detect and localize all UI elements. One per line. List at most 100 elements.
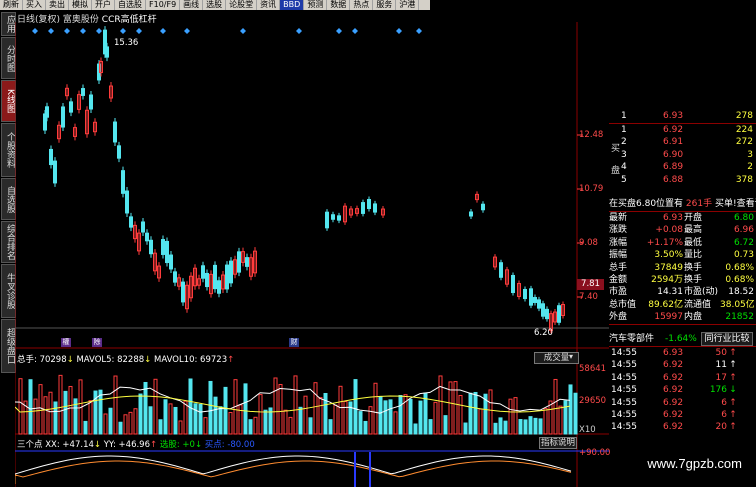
order-level[interactable]: 5 6.88 378 [609, 174, 756, 186]
signal-diamond [296, 28, 302, 34]
quote-row: 振幅 3.50% 量比 0.73 [609, 249, 756, 261]
volume-bar [533, 417, 538, 435]
down-arrow-icon: ↓ [93, 440, 102, 450]
toolbar-button[interactable]: 论股堂 [226, 0, 258, 10]
toolbar-button[interactable]: 预测 [304, 0, 328, 10]
compare-industry-button[interactable]: 同行业比较 [701, 332, 753, 347]
candle-body [537, 299, 541, 309]
signal-diamond [240, 28, 246, 34]
volume-bar [153, 378, 158, 435]
sidebar-item[interactable]: 超级盘口 [1, 319, 16, 373]
toolbar-button[interactable]: 买入 [23, 0, 46, 10]
toolbar-button[interactable]: 选股 [203, 0, 227, 10]
order-level[interactable]: 3 6.90 3 [609, 149, 756, 161]
volume-bar [128, 411, 133, 435]
notice-right[interactable]: 买单!查看详细 [715, 198, 756, 210]
trade-direction-icon: ↓ [729, 385, 737, 396]
sidebar-item[interactable]: 分时图 [1, 37, 16, 79]
volume-bar [193, 403, 198, 435]
trade-row: 14:55 6.92 6 ↑ [609, 409, 756, 421]
volume-bar [468, 392, 473, 435]
volume-bar [178, 420, 183, 435]
toolbar-button[interactable]: BBD [280, 0, 305, 10]
toolbar-button[interactable]: 画线 [180, 0, 204, 10]
quote-value: 89.62亿 [648, 299, 683, 310]
quote-row: 总手 37849 换手 0.68% [609, 262, 756, 274]
large-order-notice[interactable]: 在买盘6.80位置有 261手 买单!查看详细 [609, 198, 756, 210]
volume-total: 总手: 70298 [17, 355, 67, 365]
signal-diamond [416, 28, 422, 34]
notice-mid: 261手 [685, 199, 713, 209]
chevron-down-icon[interactable]: ▾ [569, 352, 573, 361]
candle-body [113, 121, 117, 143]
trade-time: 14:55 [611, 409, 637, 420]
order-level[interactable]: 4 6.89 2 [609, 161, 756, 173]
volume-bar [228, 412, 233, 435]
order-level[interactable]: 1 6.93 278 [609, 110, 756, 122]
volume-bar [158, 419, 163, 435]
sector-name[interactable]: 汽车零部件 [609, 333, 665, 345]
toolbar-button[interactable]: 模拟 [69, 0, 92, 10]
volume-bar [388, 399, 393, 435]
signal-diamond [160, 28, 166, 34]
sidebar-item[interactable]: 综合排名 [1, 221, 16, 263]
volume-bar [253, 416, 258, 435]
toolbar-button[interactable]: 热点 [350, 0, 374, 10]
level-number: 1 [621, 111, 627, 121]
event-marker-dividend[interactable]: 除 [92, 338, 102, 347]
sidebar-item[interactable]: 个股资料 [1, 123, 16, 177]
toolbar-button[interactable]: 数据 [327, 0, 351, 10]
toolbar-button[interactable]: 卖出 [46, 0, 69, 10]
indicator-help-button[interactable]: 指标说明 [539, 437, 577, 449]
toolbar-button[interactable]: 开户 [92, 0, 115, 10]
trade-direction-icon: ↑ [729, 372, 737, 383]
quote-label: 最新 [609, 213, 628, 223]
current-price-tag: 7.81 [577, 279, 604, 290]
candle-body [367, 199, 371, 209]
quote-label: 涨跌 [609, 225, 628, 236]
toolbar-button[interactable]: 资讯 [257, 0, 281, 10]
candle-body [237, 251, 241, 273]
buy-order-book: 1 6.92 224 2 6.91 272 3 6.90 3 4 6.89 2 5 6.88 378 [609, 124, 756, 186]
quote-label: 流通值 [684, 299, 712, 310]
quote-row: 外盘 15997 内盘 21852 [609, 311, 756, 323]
quote-row: 总市值 89.62亿 流通值 38.05亿 [609, 299, 756, 311]
order-level[interactable]: 2 6.91 272 [609, 136, 756, 148]
sidebar-item[interactable]: 牛叉诊股 [1, 264, 16, 318]
level-price: 6.90 [663, 149, 684, 160]
toolbar-button[interactable]: 服务 [373, 0, 397, 10]
y-tick-2: 10.79 [579, 184, 604, 194]
toolbar: 刷新 买入 卖出 模拟 开户 自选股 F10/F9 画线 选股 论股堂 资讯 BBD 预测 数据 热点 服务沪… [0, 0, 430, 10]
sidebar: 应用 分时图 K线图 个股资料 自选股 综合排名 牛叉诊股 超级盘口 [0, 10, 16, 487]
sidebar-item[interactable]: 自选股 [1, 178, 16, 220]
quote-value: 38.05亿 [720, 299, 754, 310]
event-marker-finance[interactable]: 财 [289, 338, 299, 347]
volume-bar [168, 403, 173, 435]
volume-bar [353, 379, 358, 435]
volume-bar [323, 392, 328, 435]
toolbar-button[interactable]: 自选股 [115, 0, 146, 10]
volume-bar [563, 400, 568, 435]
sidebar-item[interactable]: 应用 [1, 12, 16, 36]
order-level[interactable]: 1 6.92 224 [609, 124, 756, 136]
trade-row: 14:55 6.92 6 ↑ [609, 397, 756, 409]
event-marker-rights[interactable]: 權 [61, 338, 71, 347]
toolbar-button[interactable]: 沪港 [396, 0, 420, 10]
volume-tick-1: 58641 [579, 364, 607, 374]
level-price: 6.93 [663, 111, 684, 121]
level-number: 1 [621, 125, 627, 135]
kline-chart[interactable] [15, 22, 609, 487]
signal-diamond [48, 28, 54, 34]
toolbar-button[interactable]: F10/F9 [146, 0, 181, 10]
trade-direction-icon: ↑ [729, 409, 737, 420]
toolbar-button[interactable]: 刷新 [0, 0, 23, 10]
indicator-pane-name: 三个点 [17, 440, 43, 450]
quote-label: 最低 [684, 237, 703, 248]
candle-body [69, 101, 73, 113]
sidebar-item[interactable]: K线图 [1, 80, 16, 122]
volume-bar [408, 398, 413, 435]
volume-bar [383, 400, 388, 435]
volume-bar [543, 407, 548, 435]
volume-bar [113, 375, 118, 435]
signal-diamond [96, 28, 102, 34]
